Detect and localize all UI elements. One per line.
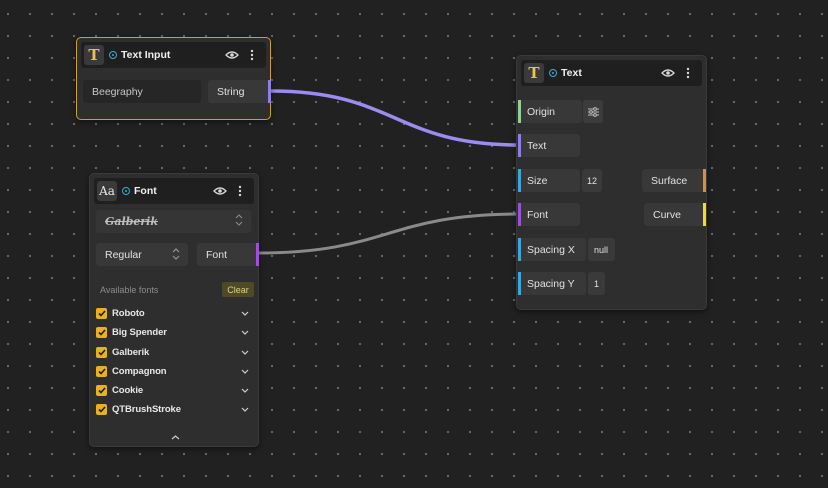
curve-output-port[interactable]: Curve — [644, 203, 704, 226]
surface-label: Surface — [651, 174, 688, 187]
text-node[interactable]: T Text Origin Text Size 12 Surface Font — [516, 55, 707, 310]
font-family-select[interactable]: Galberik — [96, 210, 251, 233]
eye-icon[interactable] — [222, 45, 242, 65]
font-name: Galberik — [112, 346, 150, 358]
size-value-field[interactable]: 12 — [582, 169, 602, 192]
chevron-down-icon[interactable] — [240, 347, 250, 357]
wire-string-to-text[interactable] — [270, 89, 520, 147]
origin-input-port[interactable]: Origin — [518, 100, 582, 123]
checkbox-checked-icon[interactable] — [96, 307, 107, 319]
spacing-x-port-indicator[interactable] — [518, 238, 521, 261]
size-label: Size — [527, 174, 548, 187]
font-icon: Aa — [97, 181, 117, 201]
spacing-y-input-port[interactable]: Spacing Y — [518, 272, 586, 295]
size-value: 12 — [587, 175, 598, 186]
more-options-icon[interactable] — [230, 181, 250, 201]
checkbox-checked-icon[interactable] — [96, 365, 107, 377]
font-name: Compagnon — [112, 365, 167, 377]
checkbox-checked-icon[interactable] — [96, 346, 107, 358]
eye-icon[interactable] — [658, 63, 678, 83]
font-style-value: Regular — [105, 248, 142, 261]
font-input-port[interactable]: Font — [518, 203, 580, 226]
collapse-chevron-up-icon[interactable] — [168, 432, 182, 442]
more-options-icon[interactable] — [242, 45, 262, 65]
spacing-y-label: Spacing Y — [527, 277, 575, 290]
font-name: Cookie — [112, 384, 144, 396]
status-icon — [549, 69, 557, 77]
spacing-x-value-field[interactable]: null — [588, 238, 615, 261]
font-label: Font — [527, 208, 549, 221]
font-list-item[interactable]: Compagnon — [96, 362, 250, 380]
wire-font-to-font[interactable] — [257, 212, 520, 255]
eye-icon[interactable] — [210, 181, 230, 201]
chevron-down-icon[interactable] — [240, 327, 250, 337]
available-fonts-label: Available fonts — [100, 285, 159, 295]
text-input-port[interactable]: Text — [518, 134, 580, 157]
clear-button[interactable]: Clear — [222, 282, 254, 297]
font-list-item[interactable]: Cookie — [96, 381, 250, 399]
string-port-indicator[interactable] — [268, 80, 271, 103]
node-title: Text — [561, 67, 582, 79]
surface-output-port[interactable]: Surface — [642, 169, 704, 192]
text-value-input[interactable]: Beegraphy — [83, 80, 201, 103]
curve-port-indicator[interactable] — [703, 203, 706, 226]
settings-sliders-icon[interactable] — [583, 100, 603, 123]
font-list-item[interactable]: Roboto — [96, 304, 250, 322]
font-name: Roboto — [112, 307, 145, 319]
string-output-port[interactable]: String — [208, 80, 270, 103]
select-arrows-icon — [172, 248, 180, 263]
text-input-node[interactable]: T Text Input Beegraphy String — [76, 37, 271, 120]
checkbox-checked-icon[interactable] — [96, 403, 107, 415]
chevron-down-icon[interactable] — [240, 308, 250, 318]
chevron-down-icon[interactable] — [240, 385, 250, 395]
font-name: Big Spender — [112, 326, 167, 338]
font-preview: Galberik — [105, 215, 158, 228]
node-title: Text Input — [121, 49, 171, 61]
spacing-x-value: null — [594, 244, 609, 255]
node-header[interactable]: T Text — [521, 60, 702, 86]
spacing-x-label: Spacing X — [527, 243, 575, 256]
node-header[interactable]: T Text Input — [81, 42, 266, 68]
more-options-icon[interactable] — [678, 63, 698, 83]
origin-port-indicator[interactable] — [518, 100, 521, 123]
text-icon: T — [84, 45, 104, 65]
font-node[interactable]: Aa Font Galberik Regular Font Available … — [89, 173, 259, 447]
size-input-port[interactable]: Size — [518, 169, 580, 192]
clear-label: Clear — [227, 284, 249, 295]
curve-label: Curve — [653, 208, 682, 221]
checkbox-checked-icon[interactable] — [96, 384, 107, 396]
spacing-y-port-indicator[interactable] — [518, 272, 521, 295]
font-port-indicator[interactable] — [256, 243, 259, 266]
status-icon — [109, 51, 117, 59]
font-list-item[interactable]: Big Spender — [96, 323, 250, 341]
font-style-select[interactable]: Regular — [96, 243, 188, 266]
text-icon: T — [524, 63, 544, 83]
font-list-item[interactable]: Galberik — [96, 343, 250, 361]
spacing-y-value: 1 — [594, 278, 600, 289]
text-port-indicator[interactable] — [518, 134, 521, 157]
checkbox-checked-icon[interactable] — [96, 326, 107, 338]
origin-label: Origin — [527, 105, 556, 118]
font-list-item[interactable]: QTBrushStroke — [96, 400, 250, 418]
node-title: Font — [134, 185, 157, 197]
size-port-indicator[interactable] — [518, 169, 521, 192]
chevron-down-icon[interactable] — [240, 404, 250, 414]
font-output-label: Font — [206, 248, 228, 261]
font-port-indicator[interactable] — [518, 203, 521, 226]
spacing-y-value-field[interactable]: 1 — [588, 272, 605, 295]
chevron-down-icon[interactable] — [240, 366, 250, 376]
spacing-x-input-port[interactable]: Spacing X — [518, 238, 586, 261]
font-output-port[interactable]: Font — [197, 243, 259, 266]
node-header[interactable]: Aa Font — [94, 178, 254, 204]
string-output-label: String — [217, 85, 245, 98]
text-value: Beegraphy — [92, 85, 143, 98]
select-arrows-icon — [235, 214, 243, 229]
text-label: Text — [527, 139, 547, 152]
status-icon — [122, 187, 130, 195]
surface-port-indicator[interactable] — [703, 169, 706, 192]
font-name: QTBrushStroke — [112, 403, 181, 415]
